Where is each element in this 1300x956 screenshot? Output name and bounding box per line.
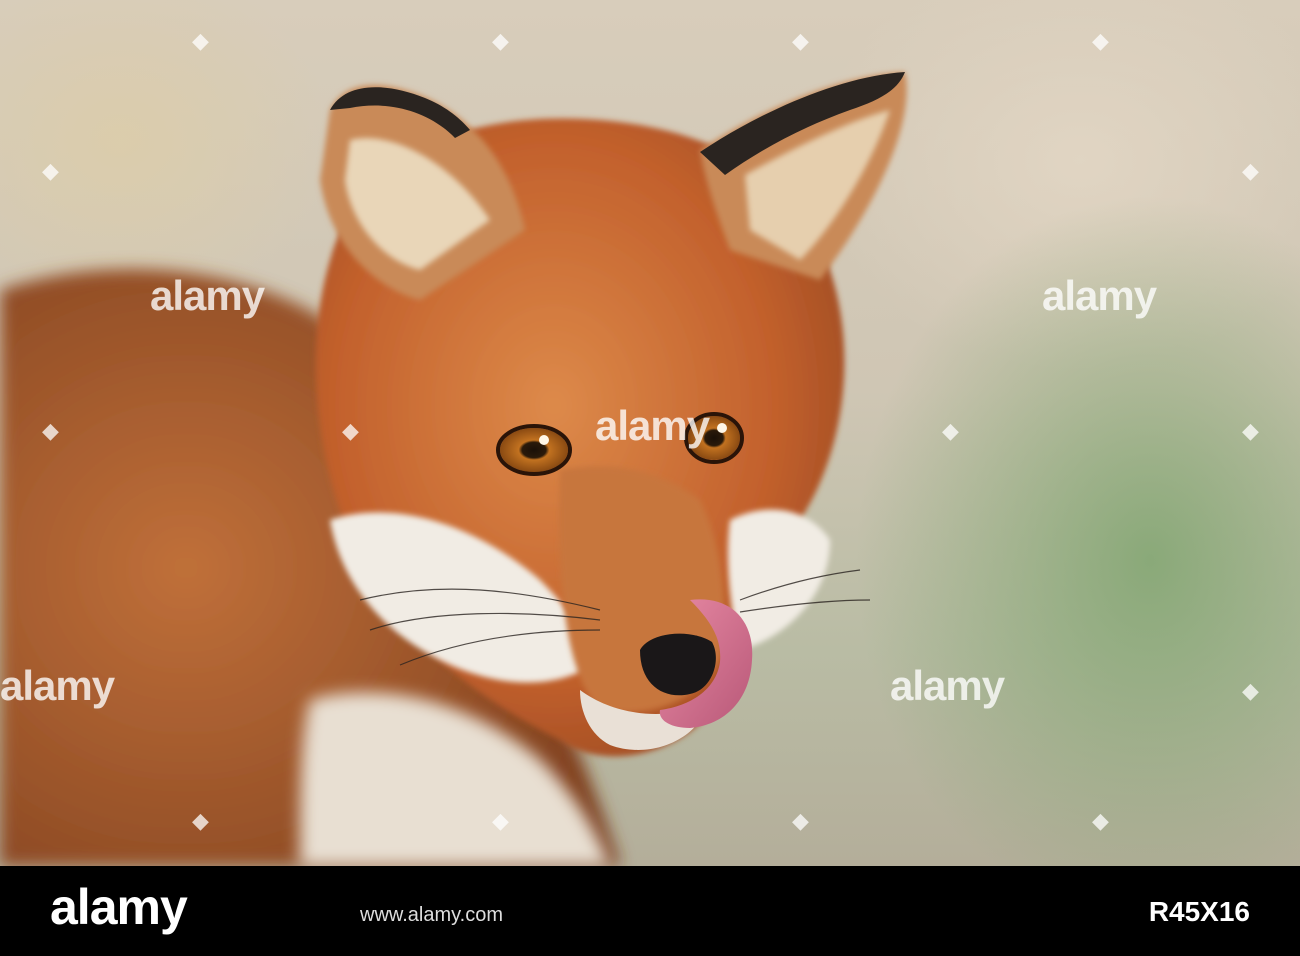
watermark-text: alamy [595,402,710,449]
fox-eye-left [500,428,568,472]
watermark-mark-icon: ◆ [1242,678,1259,703]
watermark-mark-icon: ◆ [792,808,809,833]
watermark-mark-icon: ◆ [1242,158,1259,183]
watermark-mark-icon: ◆ [192,28,209,53]
watermark-mark-icon: ◆ [792,28,809,53]
fox-photo: alamy alamy alamy alamy alamy ◆ ◆ ◆ ◆ ◆ … [0,0,1300,866]
footer-image-id: R45X16 [1148,896,1250,927]
watermark-mark-icon: ◆ [42,158,59,183]
watermark-mark-icon: ◆ [942,418,959,443]
watermark-text: alamy [890,662,1005,709]
watermark-mark-icon: ◆ [192,808,209,833]
watermark-text: alamy [150,272,265,319]
watermark-mark-icon: ◆ [1092,28,1109,53]
watermark-mark-icon: ◆ [342,418,359,443]
watermark-text: alamy [1042,272,1157,319]
watermark-mark-icon: ◆ [1092,808,1109,833]
watermark-mark-icon: ◆ [492,808,509,833]
footer-logo: alamy [50,879,188,935]
watermark-mark-icon: ◆ [42,418,59,443]
image-stage: alamy alamy alamy alamy alamy ◆ ◆ ◆ ◆ ◆ … [0,0,1300,956]
watermark-text: alamy [0,662,115,709]
watermark-mark-icon: ◆ [492,28,509,53]
watermark-mark-icon: ◆ [1242,418,1259,443]
footer-url: www.alamy.com [360,904,503,926]
footer-bar: alamy www.alamy.com R45X16 [0,866,1300,956]
